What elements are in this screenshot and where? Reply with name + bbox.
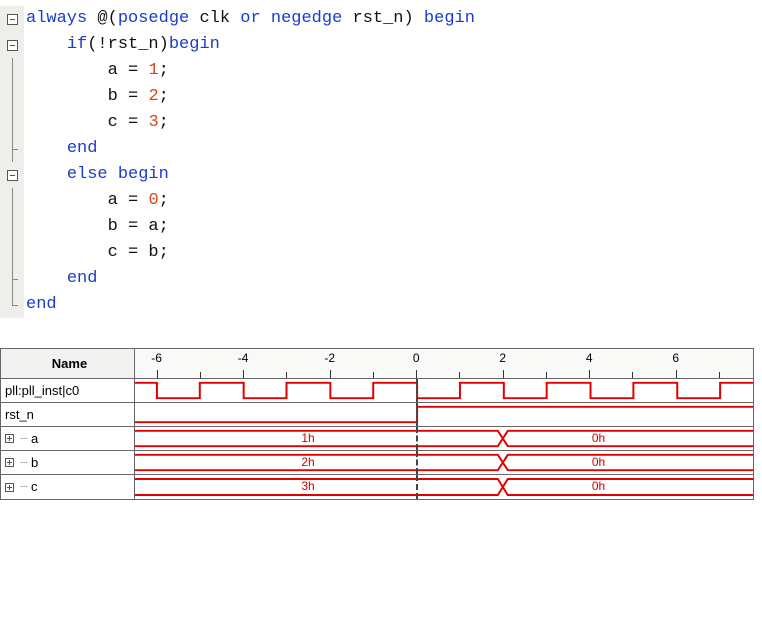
time-ruler[interactable]: -6 -4 -2 0 2 4 6 [135, 349, 753, 378]
signal-name: rst_n [1, 403, 135, 426]
name-column-header: Name [1, 349, 135, 378]
signal-name: ··· c [1, 475, 135, 499]
signal-wave [135, 403, 753, 426]
expand-icon[interactable] [5, 483, 14, 492]
signal-wave: 1h 0h [135, 427, 753, 450]
bus-value: 2h [301, 455, 314, 469]
tree-dots-icon: ··· [20, 451, 27, 475]
code-line: end [26, 292, 762, 318]
bus-value: 1h [301, 431, 314, 445]
code-line: if(!rst_n)begin [26, 32, 762, 58]
code-line: a = 0; [26, 188, 762, 214]
tick-label: -2 [324, 351, 335, 365]
code-line: a = 1; [26, 58, 762, 84]
code-line: c = 3; [26, 110, 762, 136]
fold-toggle-always[interactable] [0, 6, 24, 32]
fold-gutter [0, 6, 24, 318]
expand-icon[interactable] [5, 434, 14, 443]
signal-row-c[interactable]: ··· c 3h 0h [1, 475, 753, 499]
code-line: always @(posedge clk or negedge rst_n) b… [26, 6, 762, 32]
bus-value: 3h [301, 479, 314, 493]
fold-toggle-else[interactable] [0, 162, 24, 188]
tick-label: 2 [499, 351, 506, 365]
tick-label: 4 [586, 351, 593, 365]
time-cursor[interactable] [416, 379, 418, 402]
expand-icon[interactable] [5, 458, 14, 467]
code-line: c = b; [26, 240, 762, 266]
signal-row-clk[interactable]: pll:pll_inst|c0 [1, 379, 753, 403]
bus-value: 0h [592, 455, 605, 469]
code-line: b = 2; [26, 84, 762, 110]
tick-label: -6 [151, 351, 162, 365]
signal-row-a[interactable]: ··· a 1h 0h [1, 427, 753, 451]
tick-label: -4 [238, 351, 249, 365]
signal-row-rst[interactable]: rst_n [1, 403, 753, 427]
signal-wave: 3h 0h [135, 475, 753, 499]
signal-name: pll:pll_inst|c0 [1, 379, 135, 402]
signal-name: ··· a [1, 427, 135, 450]
code-line: end [26, 136, 762, 162]
code-line: else begin [26, 162, 762, 188]
tree-dots-icon: ··· [20, 475, 27, 499]
signal-row-b[interactable]: ··· b 2h 0h [1, 451, 753, 475]
code-line: b = a; [26, 214, 762, 240]
bus-value: 0h [592, 431, 605, 445]
code-line: end [26, 266, 762, 292]
tree-dots-icon: ··· [20, 427, 27, 451]
bus-value: 0h [592, 479, 605, 493]
code-editor: always @(posedge clk or negedge rst_n) b… [0, 0, 762, 328]
signal-wave: 2h 0h [135, 451, 753, 474]
code-body[interactable]: always @(posedge clk or negedge rst_n) b… [24, 6, 762, 318]
fold-toggle-if[interactable] [0, 32, 24, 58]
signal-wave [135, 379, 753, 402]
waveform-viewer: Name -6 -4 -2 0 2 4 6 pll:pll_inst|c0 [0, 348, 754, 500]
signal-name: ··· b [1, 451, 135, 474]
waveform-ruler-row: Name -6 -4 -2 0 2 4 6 [1, 349, 753, 379]
tick-label: 0 [413, 351, 420, 365]
tick-label: 6 [672, 351, 679, 365]
